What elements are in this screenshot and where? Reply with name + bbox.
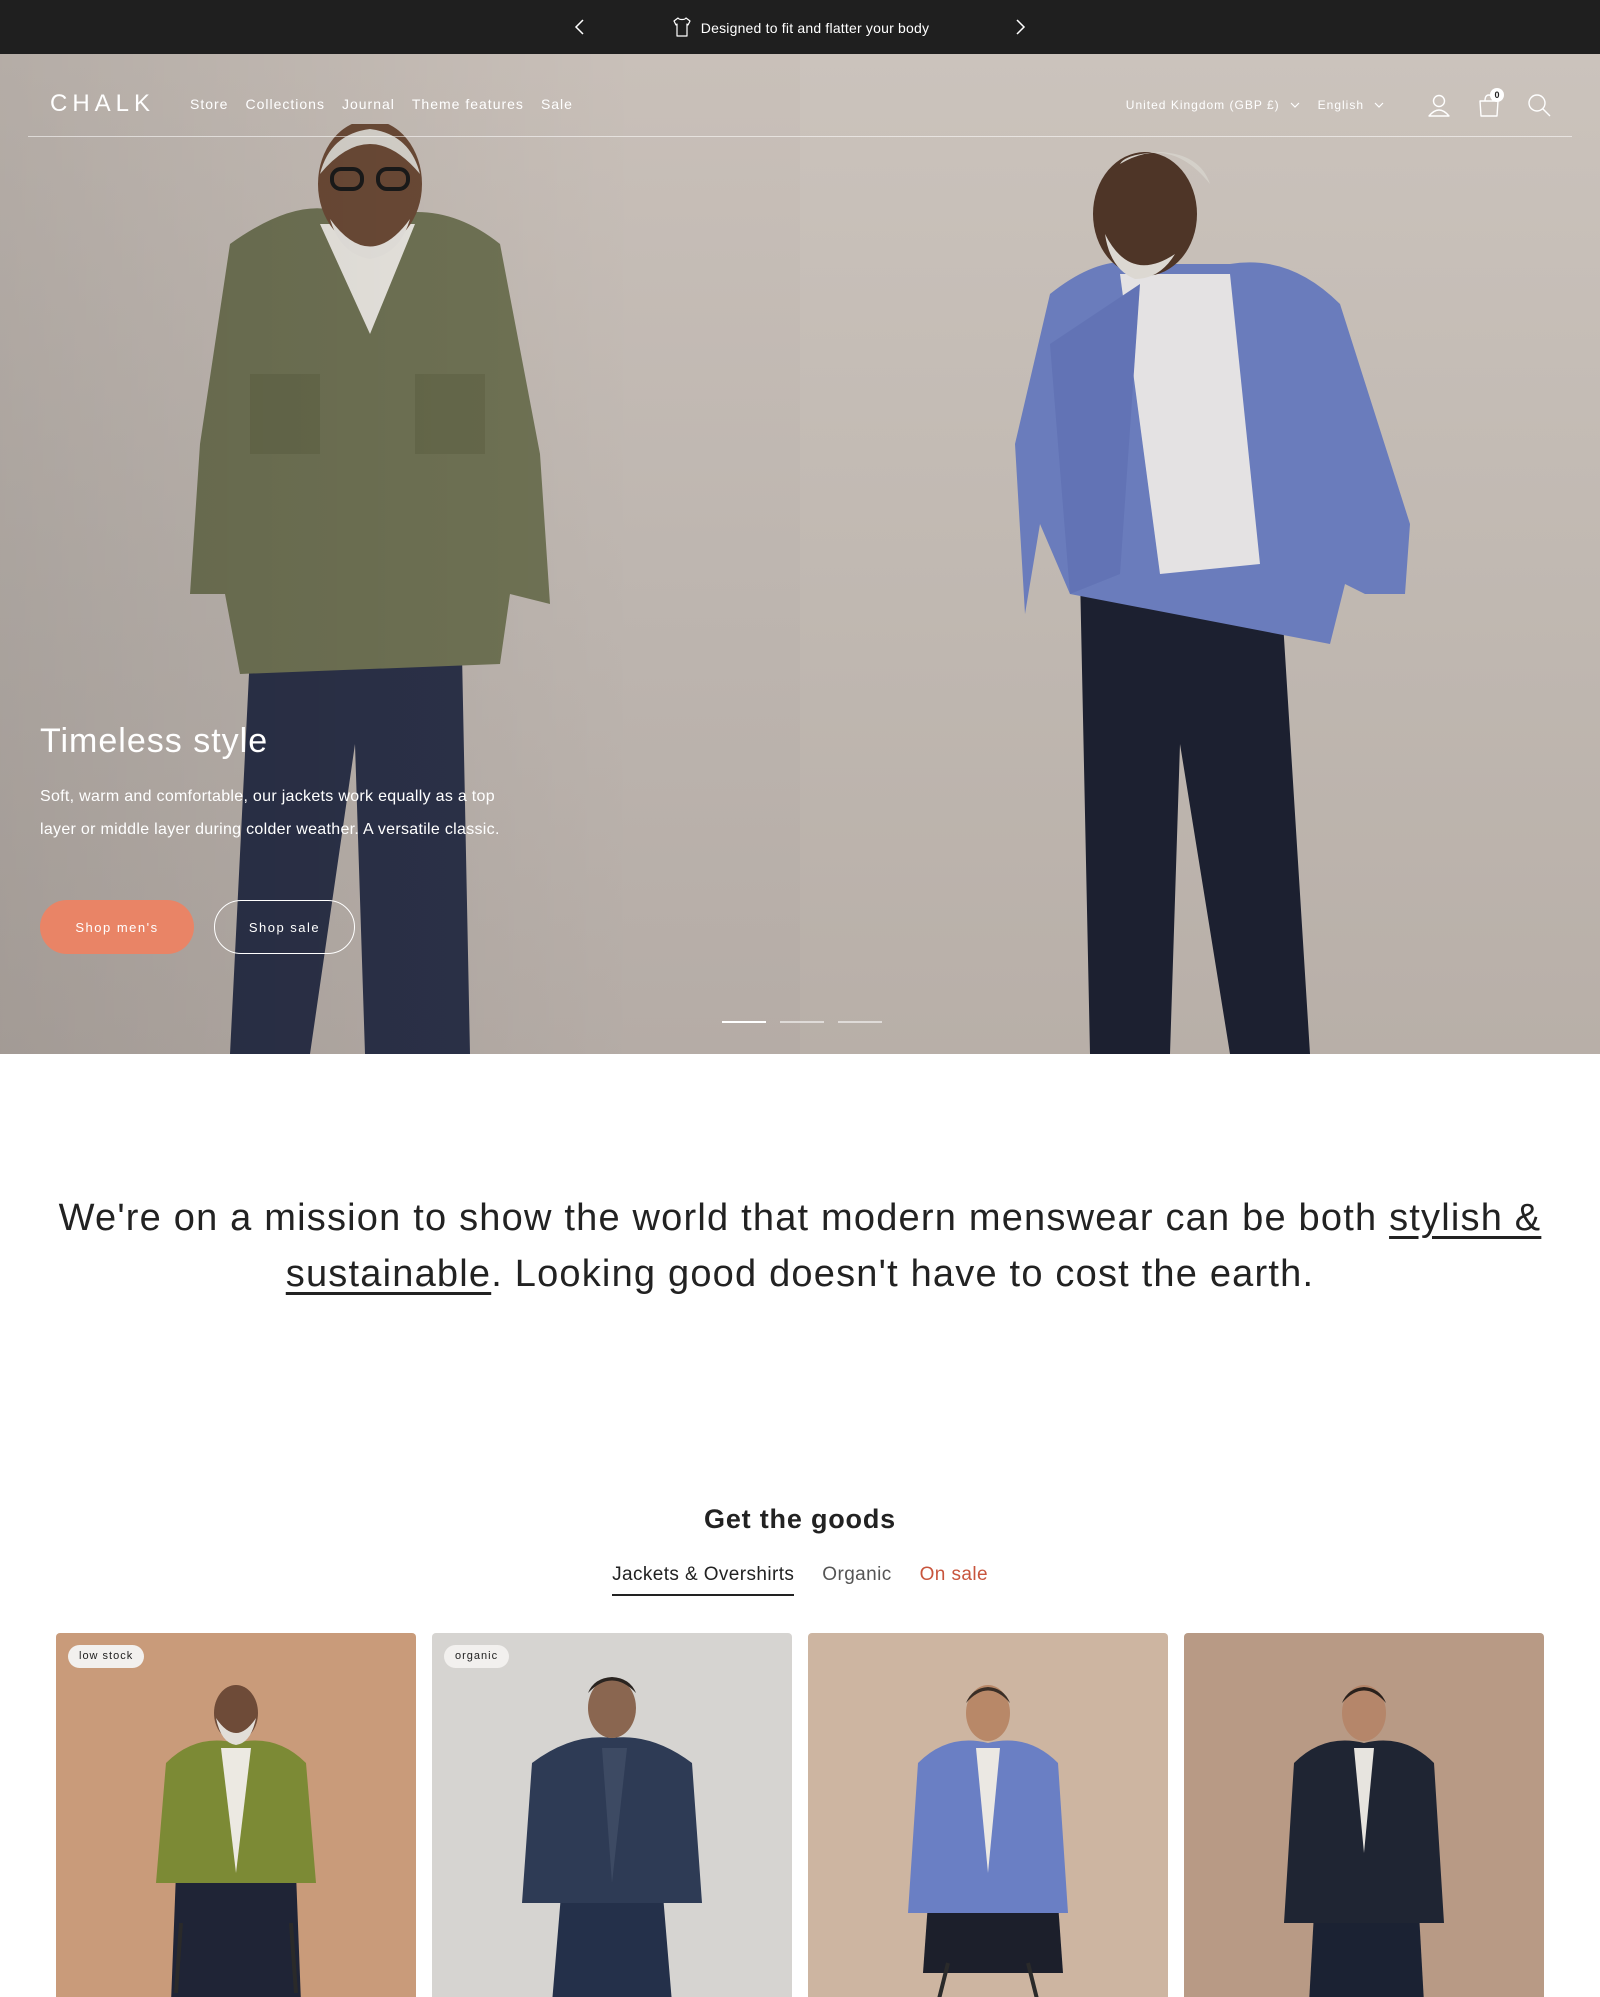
- stock-badge: low stock: [68, 1645, 145, 1668]
- cart-count-badge: 0: [1490, 88, 1504, 102]
- announcement-text: Designed to fit and flatter your body: [700, 20, 930, 36]
- announcement-bar: Designed to fit and flatter your body: [0, 0, 1600, 54]
- shop-mens-button[interactable]: Shop men's: [40, 900, 194, 954]
- chevron-down-icon: [1374, 102, 1384, 108]
- tshirt-icon: [671, 16, 693, 41]
- product-image-green-overshirt: [156, 1685, 316, 1997]
- product-card[interactable]: [1184, 1633, 1544, 1997]
- hero-slideshow: Timeless style Soft, warm and comfortabl…: [0, 54, 1600, 1054]
- nav-item-sale[interactable]: Sale: [541, 96, 573, 112]
- cart-icon[interactable]: 0: [1476, 88, 1504, 118]
- product-tabs: Jackets & Overshirts Organic On sale: [0, 1564, 1600, 1596]
- nav-item-collections[interactable]: Collections: [245, 96, 324, 112]
- shop-sale-button[interactable]: Shop sale: [214, 900, 355, 954]
- header-actions: United Kingdom (GBP £) English 0: [1126, 88, 1552, 120]
- mission-statement: We're on a mission to show the world tha…: [0, 1190, 1600, 1302]
- slide-dot-1[interactable]: [722, 1021, 766, 1023]
- country-selector-label: United Kingdom (GBP £): [1125, 98, 1280, 112]
- section-title: Get the goods: [704, 1504, 896, 1534]
- slide-dot-2[interactable]: [780, 1021, 824, 1023]
- hero-title: Timeless style: [40, 722, 269, 760]
- chevron-down-icon: [1290, 102, 1300, 108]
- nav-item-journal[interactable]: Journal: [342, 96, 395, 112]
- language-selector-label: English: [1317, 98, 1364, 112]
- slide-dot-3[interactable]: [838, 1021, 882, 1023]
- product-image-blue-overshirt: [908, 1685, 1068, 1997]
- main-nav: Store Collections Journal Theme features…: [190, 96, 573, 112]
- slideshow-dots: [722, 1021, 882, 1023]
- nav-item-store[interactable]: Store: [190, 96, 228, 112]
- announcement-message: Designed to fit and flatter your body: [0, 16, 1600, 41]
- nav-item-theme-features[interactable]: Theme features: [412, 96, 524, 112]
- product-image-black-overshirt: [1284, 1685, 1444, 1997]
- organic-badge: organic: [444, 1645, 510, 1668]
- product-image-navy-overshirt: [522, 1677, 702, 1997]
- country-selector[interactable]: United Kingdom (GBP £): [1126, 98, 1300, 112]
- logo[interactable]: CHALK: [50, 90, 155, 118]
- site-header: CHALK Store Collections Journal Theme fe…: [28, 54, 1572, 137]
- hero-description: Soft, warm and comfortable, our jackets …: [40, 788, 500, 838]
- mission-text-end: . Looking good doesn't have to cost the …: [491, 1253, 1315, 1295]
- account-icon[interactable]: [1426, 92, 1452, 118]
- product-card[interactable]: [808, 1633, 1168, 1997]
- product-card[interactable]: low stock: [56, 1633, 416, 1997]
- chevron-right-icon[interactable]: [1008, 15, 1032, 39]
- search-icon[interactable]: [1526, 92, 1552, 118]
- product-card[interactable]: organic: [432, 1633, 792, 1997]
- tab-on-sale[interactable]: On sale: [920, 1564, 988, 1596]
- mission-text-start: We're on a mission to show the world tha…: [58, 1197, 1390, 1239]
- language-selector[interactable]: English: [1318, 98, 1384, 112]
- tab-organic[interactable]: Organic: [822, 1564, 891, 1596]
- tab-jackets-overshirts[interactable]: Jackets & Overshirts: [612, 1564, 795, 1596]
